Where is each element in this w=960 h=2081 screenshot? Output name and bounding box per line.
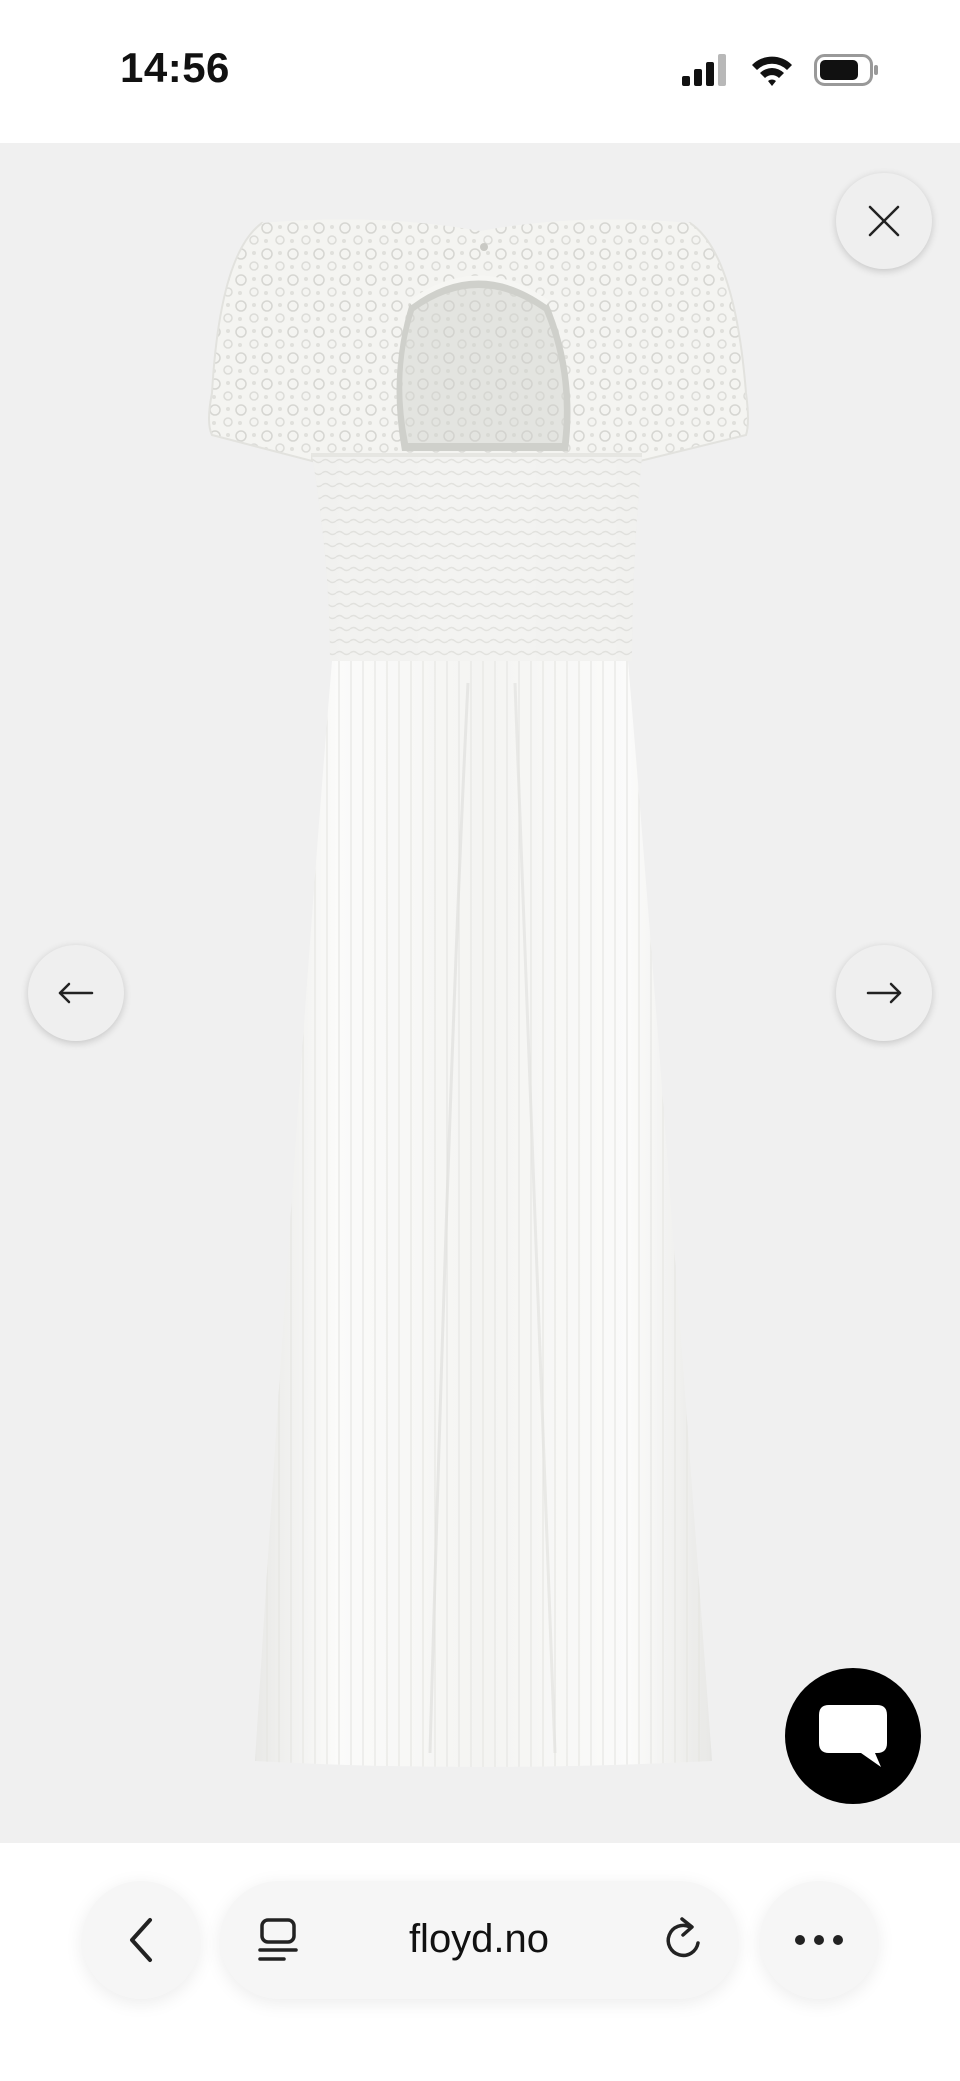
product-image bbox=[208, 219, 749, 1767]
more-icon bbox=[795, 1935, 843, 1945]
address-bar[interactable]: floyd.no bbox=[220, 1881, 738, 1999]
back-button[interactable] bbox=[82, 1881, 200, 1999]
wifi-icon bbox=[752, 56, 792, 86]
close-icon bbox=[868, 205, 900, 237]
chat-bubble-icon bbox=[819, 1705, 887, 1767]
close-button[interactable] bbox=[836, 173, 932, 269]
next-image-button[interactable] bbox=[836, 945, 932, 1041]
chevron-left-icon bbox=[130, 1918, 152, 1962]
battery-icon bbox=[814, 54, 878, 86]
url-text: floyd.no bbox=[408, 1917, 550, 1961]
more-options-button[interactable] bbox=[760, 1881, 878, 1999]
browser-toolbar: floyd.no bbox=[0, 1843, 960, 2081]
status-bar: 14:56 bbox=[0, 0, 960, 143]
status-icons bbox=[682, 52, 880, 88]
chat-button[interactable] bbox=[785, 1668, 921, 1804]
status-time: 14:56 bbox=[120, 44, 230, 91]
cellular-signal-icon bbox=[682, 54, 726, 86]
product-image-viewer bbox=[0, 143, 960, 1843]
arrow-left-icon bbox=[58, 982, 94, 1004]
reload-icon[interactable] bbox=[662, 1915, 706, 1963]
arrow-right-icon bbox=[866, 982, 902, 1004]
previous-image-button[interactable] bbox=[28, 945, 124, 1041]
